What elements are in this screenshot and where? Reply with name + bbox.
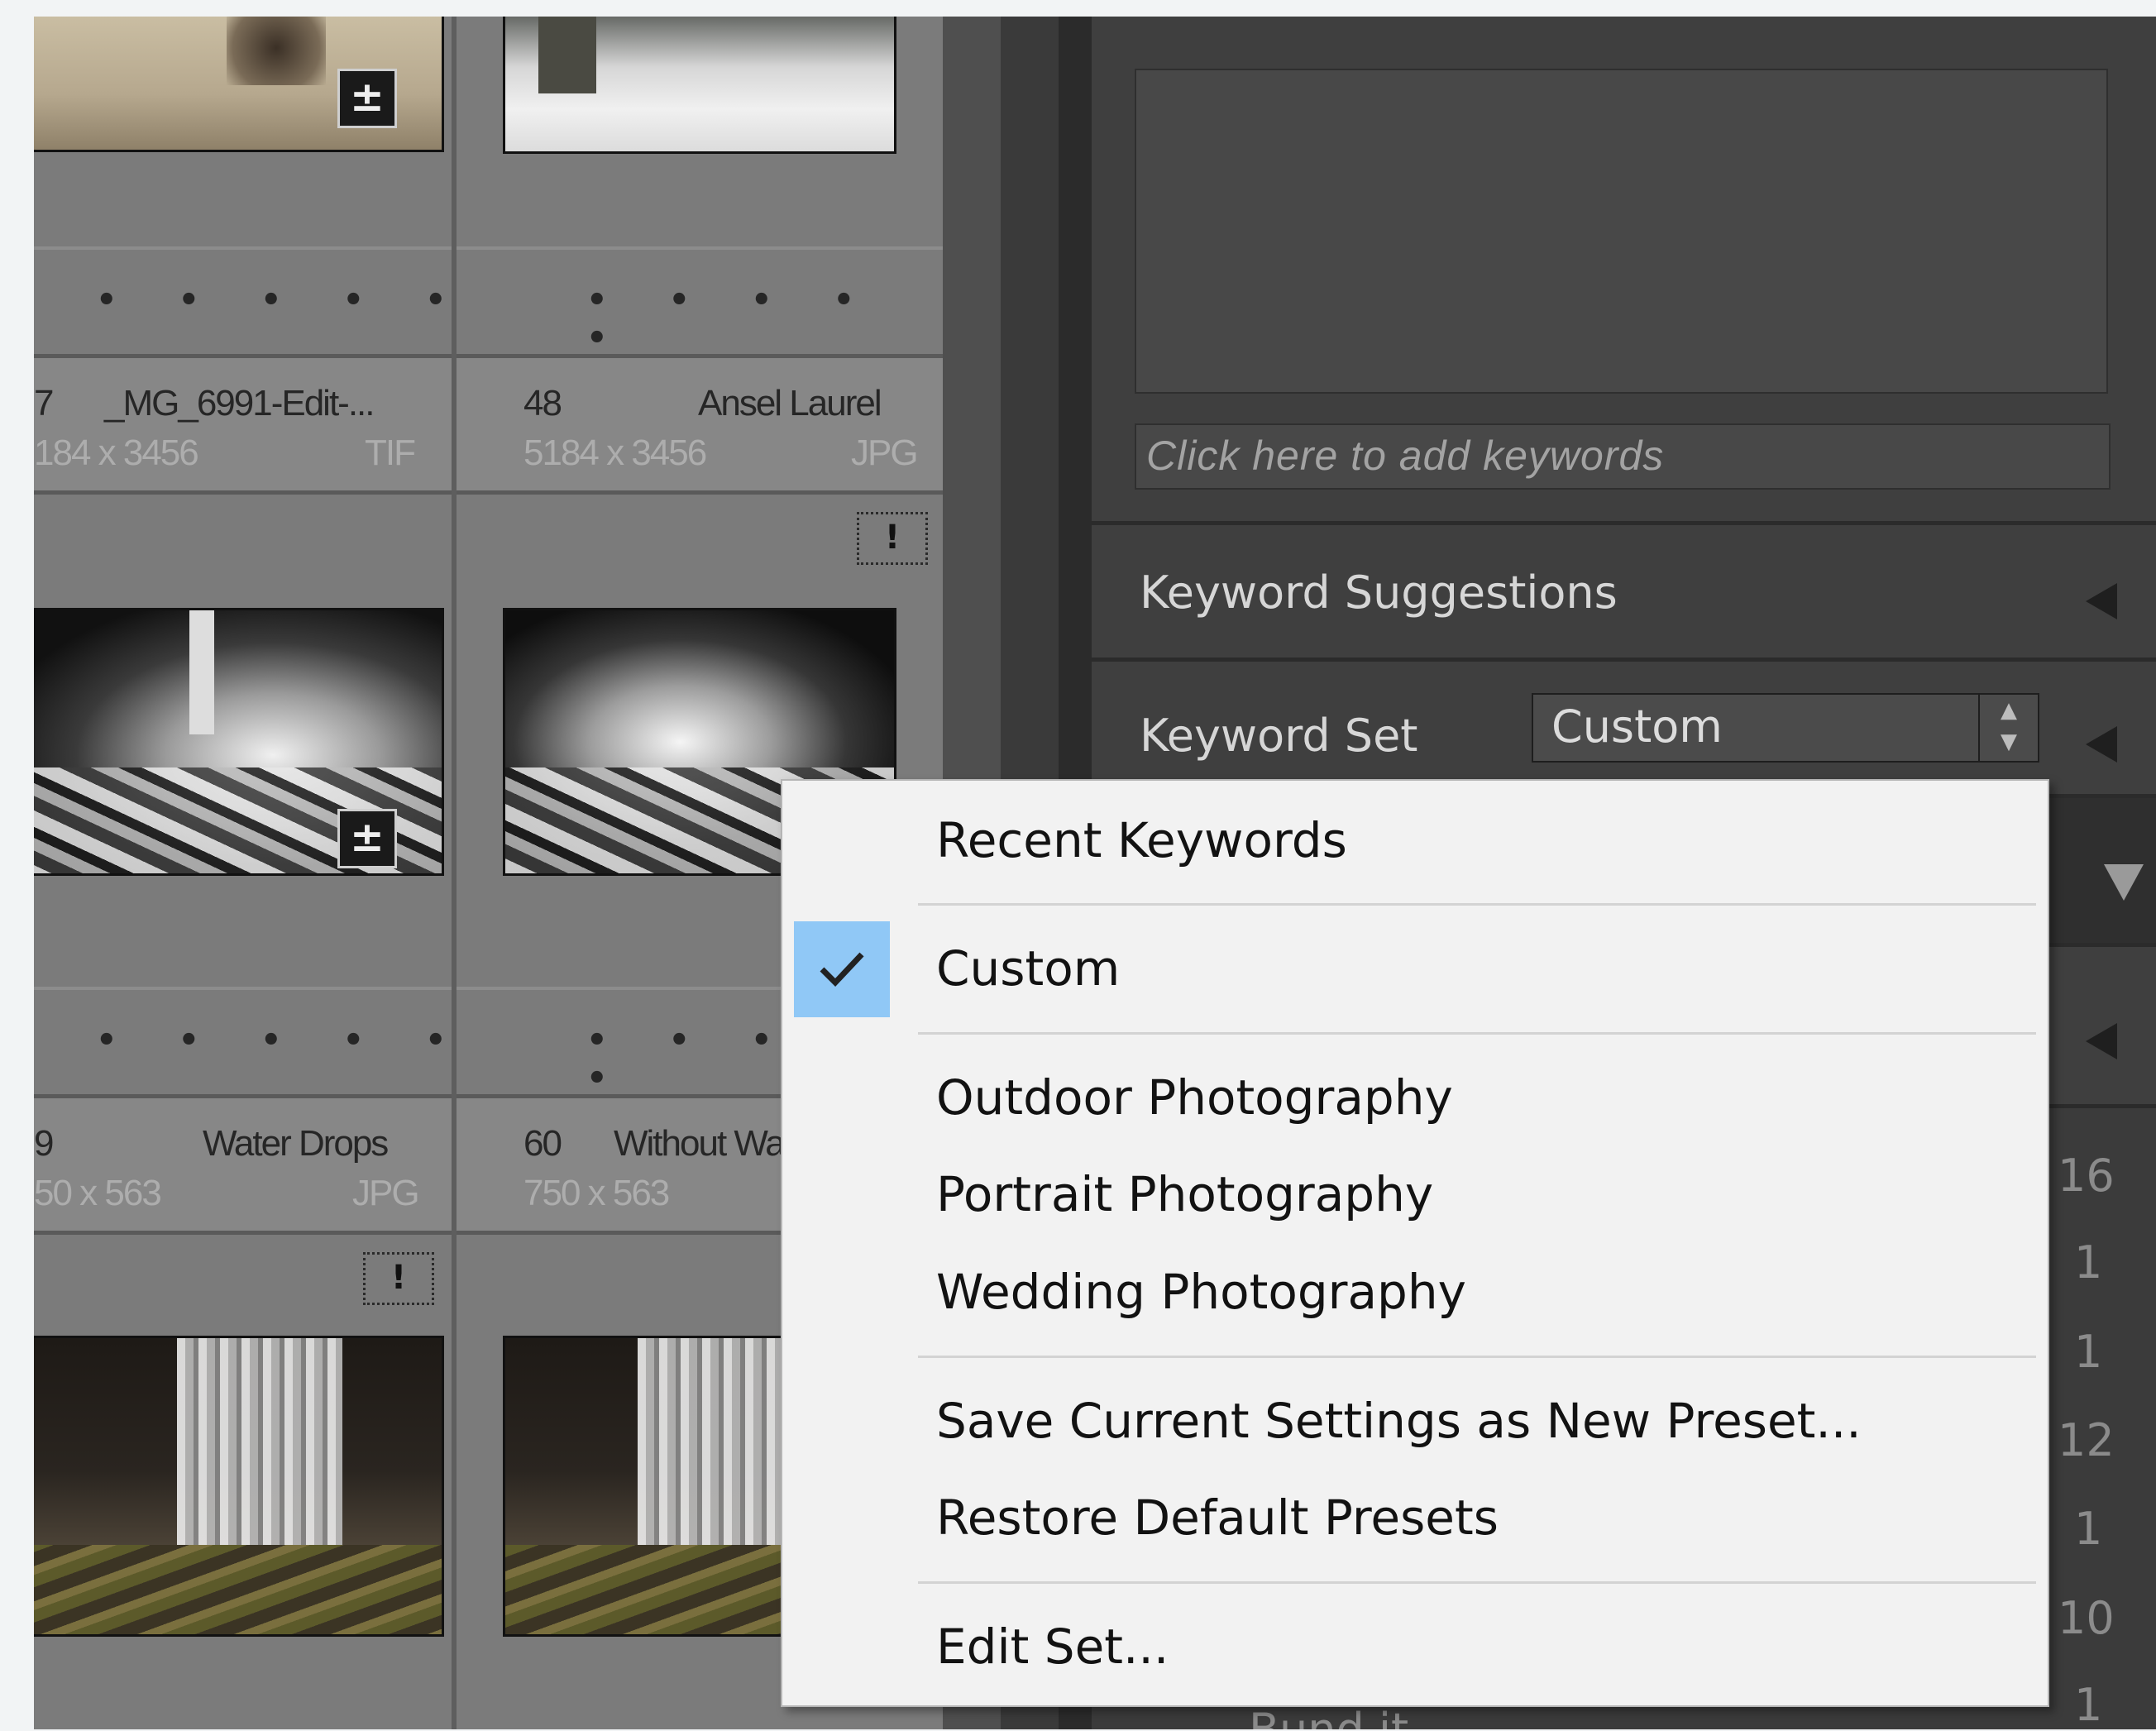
grid-column-left: ± • • • • • 7 _MG_6991-Edit-... 184 x 34…	[34, 17, 488, 1729]
photo-index: 60	[523, 1123, 562, 1164]
warning-icon[interactable]: !	[363, 1252, 434, 1305]
photo-filename: Without Wa	[614, 1123, 786, 1164]
photo-dimensions: 750 x 563	[523, 1173, 670, 1213]
keyword-set-select[interactable]: Custom ▲ ▼	[1532, 693, 2039, 763]
cell-divider	[34, 246, 488, 250]
keyword-set-value: Custom	[1551, 701, 1723, 753]
cell-divider	[457, 246, 943, 250]
photo-dimensions: 184 x 3456	[34, 433, 199, 473]
photo-thumbnail[interactable]	[503, 17, 896, 154]
cell-divider	[457, 490, 943, 495]
menu-item-outdoor-photography[interactable]: Outdoor Photography	[936, 1069, 1453, 1126]
photo-index: 7	[34, 383, 55, 423]
photo-filename: Water Drops	[203, 1123, 389, 1164]
photo-index: 9	[34, 1123, 55, 1164]
rating-dots[interactable]: • • • • •	[586, 281, 943, 357]
keyword-count: 16	[2058, 1150, 2115, 1202]
rating-dots[interactable]: • • • • •	[96, 1021, 488, 1059]
photo-info-row: 9 Water Drops 50 x 563 JPG	[34, 1098, 488, 1231]
menu-separator	[918, 1356, 2036, 1358]
photo-filetype: TIF	[365, 433, 416, 473]
photo-index: 48	[523, 383, 562, 423]
keyword-set-menu: Recent Keywords Custom Outdoor Photograp…	[781, 779, 2049, 1707]
photo-detail	[638, 1338, 803, 1553]
photo-detail	[189, 610, 214, 734]
edit-badge-icon: ±	[337, 69, 397, 128]
keyword-count: 1	[2074, 1326, 2103, 1378]
keyword-count: 1	[2074, 1679, 2103, 1731]
cell-divider	[34, 490, 488, 495]
photo-thumbnail[interactable]	[34, 1336, 444, 1637]
collapse-left-icon[interactable]	[2086, 726, 2117, 763]
menu-item-edit-set[interactable]: Edit Set...	[936, 1619, 1169, 1675]
collapse-left-icon[interactable]	[2086, 1023, 2117, 1059]
menu-separator	[918, 1581, 2036, 1584]
keyword-count: 12	[2058, 1414, 2115, 1466]
keyword-count: 10	[2058, 1592, 2115, 1644]
menu-separator	[918, 1032, 2036, 1035]
menu-item-recent-keywords[interactable]: Recent Keywords	[936, 812, 1347, 868]
menu-item-wedding-photography[interactable]: Wedding Photography	[936, 1264, 1466, 1320]
photo-dimensions: 50 x 563	[34, 1173, 162, 1213]
keyword-set-label: Keyword Set	[1140, 710, 1418, 762]
photo-filename: Ansel Laurel	[698, 383, 882, 423]
keyword-count: 1	[2074, 1503, 2103, 1555]
cell-divider	[34, 987, 488, 990]
menu-item-restore-presets[interactable]: Restore Default Presets	[936, 1490, 1499, 1546]
edit-badge-icon: ±	[337, 809, 397, 868]
keyword-suggestions-label: Keyword Suggestions	[1140, 567, 1618, 619]
keyword-list-item[interactable]: Bund.it	[1249, 1704, 1408, 1729]
expand-down-icon[interactable]	[2104, 864, 2144, 901]
photo-filetype: JPG	[352, 1173, 420, 1213]
photo-info-row: 7 _MG_6991-Edit-... 184 x 3456 TIF	[34, 358, 488, 490]
keyword-suggestions-section[interactable]: Keyword Suggestions	[1092, 521, 2156, 657]
photo-filetype: JPG	[851, 433, 919, 473]
checkmark-icon	[794, 921, 890, 1017]
keyword-tags-box[interactable]	[1135, 69, 2108, 394]
photo-detail	[227, 17, 326, 85]
menu-item-save-preset[interactable]: Save Current Settings as New Preset...	[936, 1393, 1862, 1449]
stepper-icon: ▲ ▼	[1978, 695, 2038, 761]
menu-separator	[918, 903, 2036, 906]
photo-detail	[34, 1545, 442, 1634]
photo-filename: _MG_6991-Edit-...	[104, 383, 375, 423]
warning-icon[interactable]: !	[857, 512, 928, 565]
menu-item-portrait-photography[interactable]: Portrait Photography	[936, 1166, 1433, 1222]
photo-info-row: 48 Ansel Laurel 5184 x 3456 JPG	[457, 358, 943, 490]
photo-detail	[177, 1338, 342, 1553]
collapse-left-icon[interactable]	[2086, 583, 2117, 619]
cell-divider	[34, 1231, 488, 1235]
keyword-count: 1	[2074, 1236, 2103, 1289]
menu-item-custom[interactable]: Custom	[936, 940, 1120, 997]
photo-detail	[538, 17, 596, 93]
add-keyword-input[interactable]: Click here to add keywords	[1135, 423, 2111, 490]
rating-dots[interactable]: • • • • •	[96, 281, 488, 319]
photo-dimensions: 5184 x 3456	[523, 433, 707, 473]
